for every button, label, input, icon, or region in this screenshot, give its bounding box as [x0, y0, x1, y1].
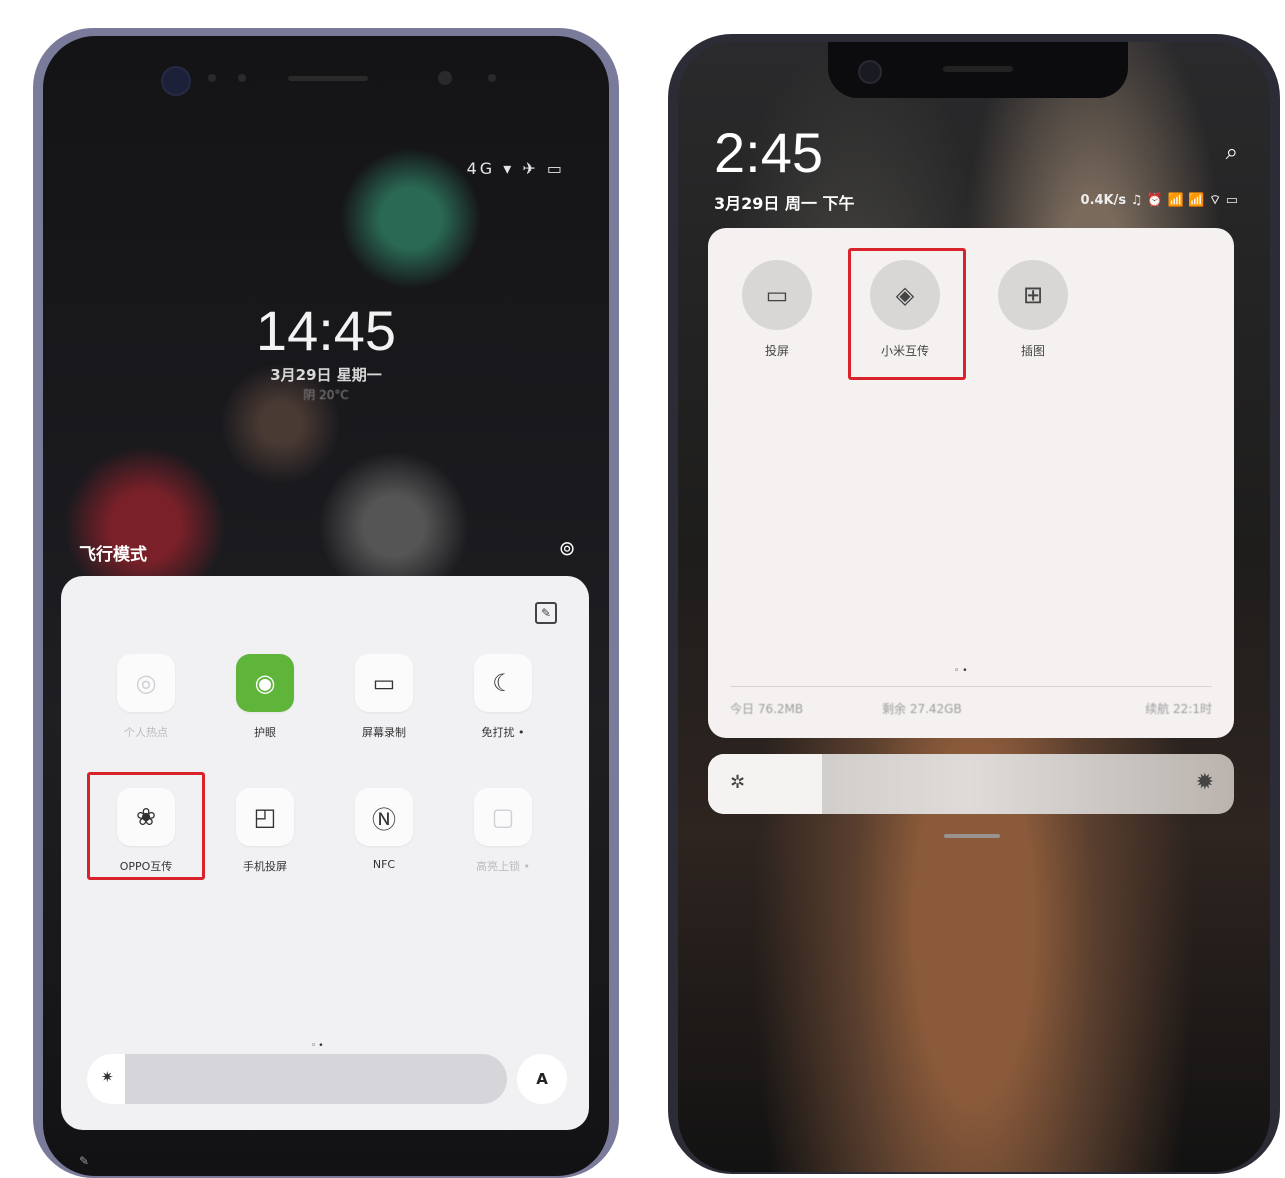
- moon-icon: ☾: [474, 654, 532, 712]
- sensor-icon: [208, 74, 216, 82]
- hotspot-icon: ◎: [117, 654, 175, 712]
- tile-label: 插图: [1020, 344, 1045, 358]
- front-camera-icon: [161, 66, 191, 96]
- auto-brightness-button[interactable]: A: [517, 1054, 567, 1104]
- notification-shade-clock: 2:45: [714, 121, 823, 184]
- tile-label: 高亮上锁 •: [476, 860, 530, 873]
- highlight-box: [87, 772, 205, 880]
- screen-cast-icon: ◰: [236, 788, 294, 846]
- brightness-low-icon: ✲: [730, 772, 746, 793]
- lockscreen-weather: 阴 20°C: [303, 388, 349, 402]
- earpiece-speaker: [943, 66, 1013, 72]
- eye-comfort-icon: ◉: [236, 654, 294, 712]
- tile-hotspot[interactable]: ◎ 个人热点: [91, 654, 201, 754]
- sensor-icon: [488, 74, 496, 82]
- brightness-high-icon: ✹: [1195, 770, 1214, 795]
- lockscreen-date: 3月29日 星期一: [270, 366, 382, 384]
- sensor-icon: [438, 71, 452, 85]
- battery-estimate: 续航 22:1时: [1145, 702, 1212, 716]
- sensor-icon: [238, 74, 246, 82]
- tile-do-not-disturb[interactable]: ☾ 免打扰 •: [448, 654, 558, 754]
- bottom-app-icon: ✎: [79, 1154, 90, 1168]
- tile-cast-screen[interactable]: ▭ 投屏: [732, 260, 822, 359]
- drag-handle[interactable]: [944, 834, 1000, 838]
- tile-label: NFC: [372, 858, 396, 871]
- data-remaining: 剩余 27.42GB: [882, 702, 962, 716]
- status-bar-icons: 0.4K/s ♫ ⏰ 📶 📶 ⌔ ▭: [1080, 193, 1238, 208]
- page-indicator: ◦•: [311, 1041, 326, 1051]
- brightness-fill: [708, 754, 822, 814]
- cast-screen-icon: ▭: [742, 260, 812, 330]
- highlight-box: [848, 248, 966, 380]
- brightness-slider[interactable]: ✲ ✹: [708, 754, 1234, 814]
- tile-label: 手机投屏: [243, 860, 287, 873]
- edit-tiles-icon[interactable]: ✎: [535, 602, 557, 624]
- tile-label: 投屏: [764, 344, 789, 358]
- settings-gear-icon[interactable]: ⊚: [555, 536, 579, 560]
- status-bar-icons: 4G ▾ ✈ ▭: [466, 159, 565, 178]
- tile-eye-comfort[interactable]: ◉ 护眼: [210, 654, 320, 754]
- quick-settings-panel: ▭ 投屏 ◈ 小米互传 ⊞ 插图 ◦• 今日 76.2MB 剩余 27.42GB…: [708, 228, 1234, 738]
- grid-icon: ⊞: [998, 260, 1068, 330]
- airplane-mode-label[interactable]: 飞行模式: [79, 540, 147, 565]
- tile-screen-record[interactable]: ▭ 屏幕录制: [329, 654, 439, 754]
- notification-shade-date: 3月29日 周一 下午: [714, 194, 855, 213]
- right-phone-screen: 2:45 ⌕ 3月29日 周一 下午 0.4K/s ♫ ⏰ 📶 📶 ⌔ ▭ ▭ …: [678, 42, 1270, 1172]
- left-phone: 4G ▾ ✈ ▭ 14:45 3月29日 星期一 阴 20°C 飞行模式 ⊚ ✎…: [33, 28, 619, 1178]
- page-indicator: ◦•: [954, 666, 971, 676]
- front-camera-icon: [858, 60, 882, 84]
- brightness-slider[interactable]: ✷: [87, 1054, 507, 1104]
- screen-record-icon: ▭: [355, 654, 413, 712]
- tile-label: 免打扰 •: [481, 726, 525, 739]
- lock-screen-icon: ▢: [474, 788, 532, 846]
- tile-label: 个人热点: [124, 726, 168, 739]
- data-today: 今日 76.2MB: [730, 702, 804, 716]
- divider: [730, 686, 1212, 687]
- notch: [828, 42, 1128, 98]
- quick-settings-panel: ✎ ◎ 个人热点 ◉ 护眼 ▭ 屏幕录制 ☾ 免打扰 • ❀ OPPO互传 ◰ …: [61, 576, 589, 1130]
- tile-label: 护眼: [254, 726, 276, 739]
- right-phone: 2:45 ⌕ 3月29日 周一 下午 0.4K/s ♫ ⏰ 📶 📶 ⌔ ▭ ▭ …: [668, 34, 1280, 1174]
- tile-screen-cast[interactable]: ◰ 手机投屏: [210, 788, 320, 888]
- earpiece-speaker: [288, 76, 368, 81]
- search-icon[interactable]: ⌕: [1226, 140, 1238, 165]
- tile-nfc[interactable]: Ⓝ NFC: [329, 788, 439, 888]
- nfc-icon: Ⓝ: [355, 788, 413, 846]
- left-phone-screen: 4G ▾ ✈ ▭ 14:45 3月29日 星期一 阴 20°C 飞行模式 ⊚ ✎…: [43, 36, 609, 1176]
- tile-label: 屏幕录制: [362, 726, 406, 739]
- tile-grid[interactable]: ⊞ 插图: [988, 260, 1078, 359]
- tile-lock[interactable]: ▢ 高亮上锁 •: [448, 788, 558, 888]
- lockscreen-clock: 14:45: [255, 299, 397, 362]
- brightness-sun-icon: ✷: [101, 1068, 114, 1086]
